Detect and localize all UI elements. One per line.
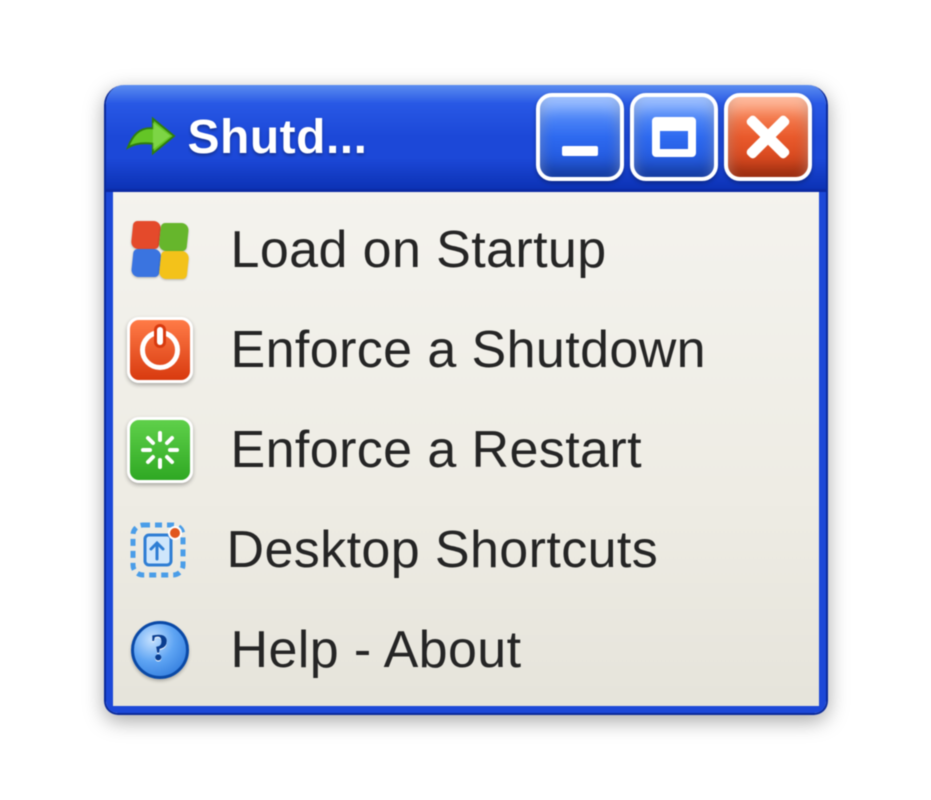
menu-item-label: Enforce a Shutdown: [231, 320, 707, 380]
maximize-icon: [652, 117, 696, 157]
menu-item-enforce-restart[interactable]: Enforce a Restart: [123, 400, 805, 500]
desktop-shortcut-icon: [127, 519, 189, 581]
help-icon: ?: [127, 617, 193, 683]
minimize-icon: [562, 146, 598, 156]
window-controls: [536, 93, 816, 181]
menu-item-label: Help - About: [231, 620, 522, 680]
menu-item-desktop-shortcuts[interactable]: Desktop Shortcuts: [123, 500, 805, 600]
application-window: Shutd... Load on Startup: [104, 85, 828, 715]
close-icon: [745, 114, 791, 160]
windows-flag-icon: [127, 217, 193, 283]
menu-item-help-about[interactable]: ? Help - About: [123, 600, 805, 700]
app-icon-forward-arrow-icon: [124, 111, 176, 163]
menu-list: Load on Startup Enforce a Shutdown: [106, 192, 826, 713]
restart-green-icon: [127, 417, 193, 483]
minimize-button[interactable]: [536, 93, 624, 181]
menu-item-enforce-shutdown[interactable]: Enforce a Shutdown: [123, 300, 805, 400]
menu-item-label: Load on Startup: [231, 220, 607, 280]
close-button[interactable]: [724, 93, 812, 181]
maximize-button[interactable]: [630, 93, 718, 181]
menu-item-load-on-startup[interactable]: Load on Startup: [123, 200, 805, 300]
power-red-icon: [127, 317, 193, 383]
title-bar[interactable]: Shutd...: [106, 85, 826, 192]
menu-item-label: Enforce a Restart: [231, 420, 642, 480]
menu-item-label: Desktop Shortcuts: [227, 520, 659, 580]
window-title: Shutd...: [188, 110, 536, 165]
